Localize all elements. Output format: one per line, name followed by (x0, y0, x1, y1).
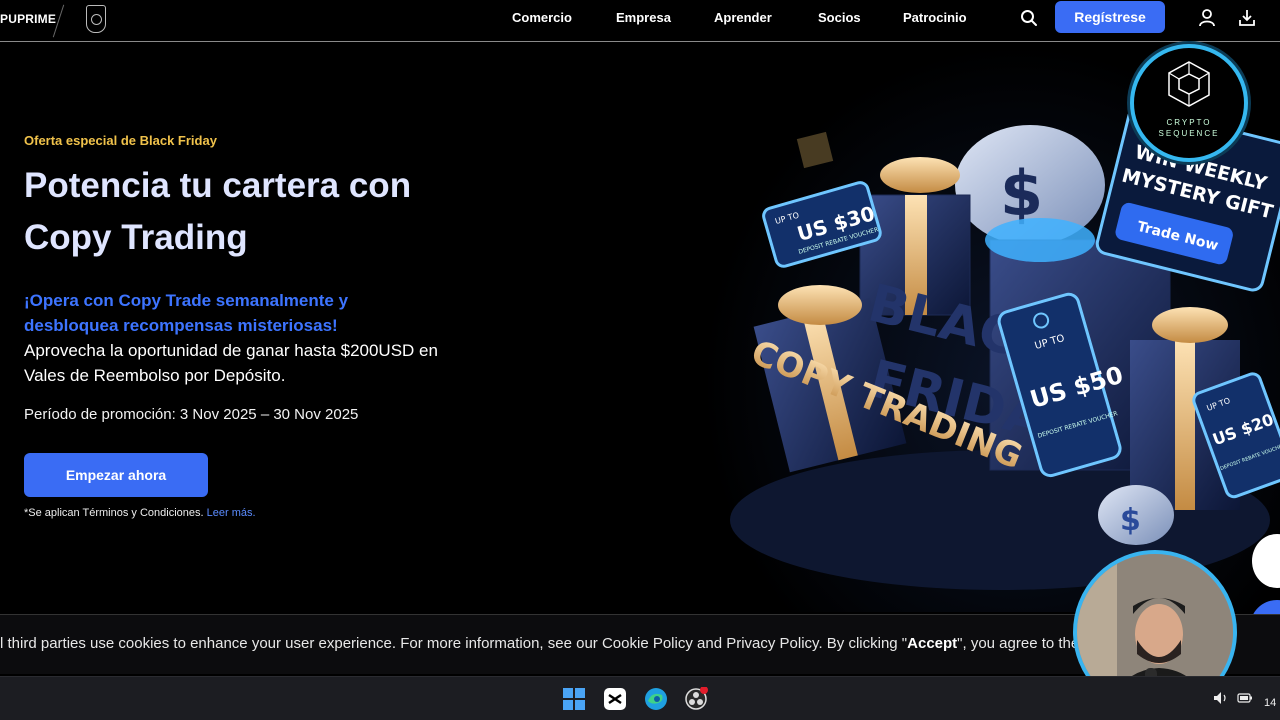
cookie-message: l third parties use cookies to enhance y… (0, 635, 1079, 652)
read-more-link[interactable]: Leer más. (207, 507, 256, 519)
nav-link-empresa[interactable]: Empresa (616, 10, 671, 25)
windows-start-icon[interactable] (562, 687, 586, 711)
crypto-sequence-badge: CRYPTO SEQUENCE (1130, 44, 1248, 162)
user-icon[interactable] (1199, 9, 1215, 27)
badge-line-1: CRYPTO (1166, 118, 1212, 127)
volume-icon[interactable] (1213, 691, 1229, 705)
top-nav: PUPRIME Comercio Empresa Aprender Socios… (0, 0, 1280, 42)
register-button[interactable]: Regístrese (1055, 1, 1165, 33)
promo-period: Período de promoción: 3 Nov 2025 – 30 No… (24, 406, 359, 423)
svg-text:$: $ (1120, 503, 1141, 538)
taskbar: 14 (0, 676, 1280, 720)
hero-description: Aprovecha la oportunidad de ganar hasta … (24, 341, 438, 385)
start-now-button[interactable]: Empezar ahora (24, 453, 208, 497)
nav-link-patrocinio[interactable]: Patrocinio (903, 10, 967, 25)
hero-title: Potencia tu cartera con Copy Trading (24, 166, 412, 257)
capcut-icon[interactable] (603, 687, 627, 711)
nav-link-comercio[interactable]: Comercio (512, 10, 572, 25)
nav-link-aprender[interactable]: Aprender (714, 10, 772, 25)
cookie-text-after: ", you agree to the (957, 635, 1080, 652)
badge-line-2: SEQUENCE (1158, 129, 1220, 138)
brand-logo[interactable]: PUPRIME (0, 12, 56, 26)
obs-icon[interactable] (684, 687, 708, 711)
battery-icon[interactable] (1237, 691, 1253, 705)
terms-text: *Se aplican Términos y Condiciones. (24, 507, 204, 519)
search-icon[interactable] (1020, 9, 1038, 27)
terms-note: *Se aplican Términos y Condiciones. Leer… (24, 507, 256, 519)
taskbar-clock[interactable]: 14 (1264, 697, 1276, 709)
download-icon[interactable] (1239, 9, 1255, 27)
cookie-text-before: l third parties use cookies to enhance y… (0, 635, 908, 652)
black-friday-hero-image: $ BLACK FRIDAY COPY TRADING UP TO US $30… (730, 106, 1280, 590)
hero-eyebrow: Oferta especial de Black Friday (24, 133, 217, 148)
network-cube-icon (1168, 61, 1210, 107)
nav-link-socios[interactable]: Socios (818, 10, 861, 25)
hero-highlight: ¡Opera con Copy Trade semanalmente y des… (24, 291, 349, 335)
sponsor-crest-icon (86, 5, 106, 33)
cookie-accept-word: Accept (907, 635, 958, 652)
edge-browser-icon[interactable] (644, 687, 668, 711)
